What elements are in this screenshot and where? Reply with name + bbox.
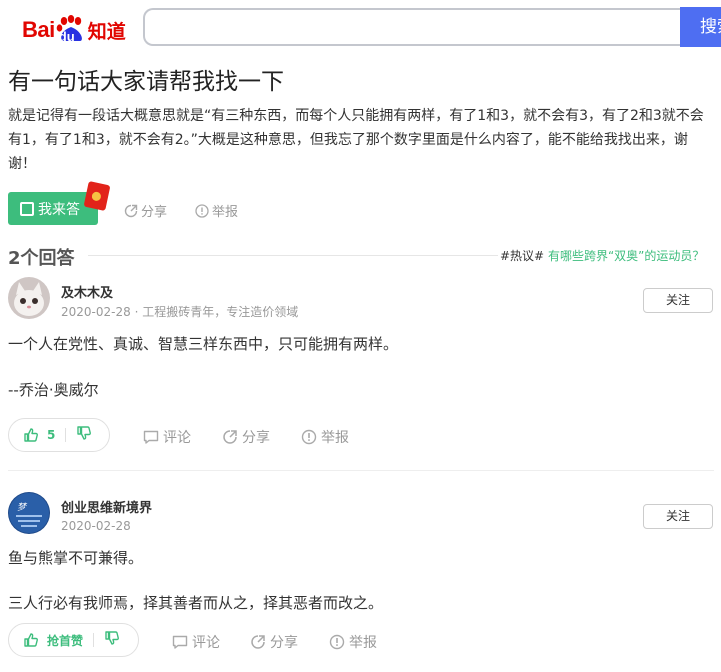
vote-separator	[93, 633, 95, 647]
logo-bai-text: Bai	[22, 17, 55, 42]
comment-icon	[172, 635, 188, 649]
comment-label: 评论	[163, 430, 191, 446]
report-icon	[329, 634, 345, 650]
answer-line: 三人行必有我师焉，择其善者而从之，择其恶者而改之。	[8, 594, 384, 612]
question-title: 有一句话大家请帮我找一下	[8, 69, 284, 95]
search-input[interactable]	[143, 8, 683, 46]
answer-line: --乔治·奥威尔	[8, 381, 99, 399]
share-icon	[124, 204, 138, 217]
report-button[interactable]: 举报	[329, 632, 377, 652]
divider	[88, 255, 498, 256]
author-name[interactable]: 及木木及	[61, 282, 113, 301]
comment-button[interactable]: 评论	[172, 632, 220, 652]
paw-logo-icon: du	[56, 15, 86, 45]
thumbs-up-icon	[24, 633, 38, 647]
vote-count: 抢首赞	[47, 633, 84, 648]
edit-icon	[20, 201, 34, 216]
share-icon	[223, 430, 237, 444]
hot-topic-link[interactable]: 有哪些跨界“双奥”的运动员？	[548, 249, 704, 263]
thumbs-down-icon	[105, 631, 119, 645]
downvote-button[interactable]	[104, 630, 120, 650]
logo-zhidao-text: 知道	[87, 20, 126, 43]
hot-tag: #热议#	[500, 249, 545, 263]
comment-label: 评论	[192, 635, 220, 651]
answer-button-label: 我来答	[38, 201, 80, 218]
red-envelope-icon[interactable]	[83, 180, 111, 212]
share-icon	[251, 635, 265, 649]
vote-group: 5	[8, 418, 110, 452]
question-body: 就是记得有一段话大概意思就是“有三种东西，而每个人只能拥有两样，有了1和3，就不…	[8, 108, 704, 172]
answer-divider	[8, 470, 714, 471]
share-button[interactable]: 分享	[222, 427, 270, 447]
share-button[interactable]: 分享	[250, 632, 298, 652]
question-share-button[interactable]: 分享	[124, 201, 167, 220]
search-button[interactable]: 搜索	[680, 7, 721, 47]
answer-line: 一个人在党性、真诚、智慧三样东西中，只可能拥有两样。	[8, 335, 399, 353]
answer-meta: 2020-02-28 · 工程搬砖青年，专注造价领域	[61, 303, 298, 320]
report-icon	[301, 429, 317, 445]
answer-line: 鱼与熊掌不可兼得。	[8, 549, 144, 567]
downvote-button[interactable]	[76, 425, 92, 445]
vote-separator	[65, 428, 67, 442]
report-label: 举报	[212, 205, 239, 220]
author-intro: · 工程搬砖青年，专注造价领域	[134, 305, 299, 319]
vote-count: 5	[47, 428, 56, 442]
comment-button[interactable]: 评论	[143, 427, 191, 447]
upvote-button[interactable]: 5	[23, 427, 55, 443]
thumbs-up-icon	[24, 428, 38, 442]
report-label: 举报	[349, 635, 377, 651]
share-label: 分享	[141, 205, 168, 220]
question-report-button[interactable]: 举报	[195, 201, 238, 220]
report-icon	[195, 203, 209, 218]
baidu-zhidao-logo[interactable]: Bai du 知道	[22, 10, 126, 50]
thumbs-down-icon	[77, 426, 92, 440]
comment-icon	[143, 430, 159, 444]
answer-meta: 2020-02-28	[61, 519, 131, 533]
share-label: 分享	[242, 430, 270, 446]
report-label: 举报	[321, 430, 349, 446]
avatar[interactable]: 梦	[8, 492, 50, 534]
upvote-button[interactable]: 抢首赞	[23, 632, 83, 649]
author-name[interactable]: 创业思维新境界	[61, 497, 152, 516]
answer-date: 2020-02-28	[61, 305, 131, 319]
follow-button[interactable]: 关注	[643, 288, 713, 313]
share-label: 分享	[270, 635, 298, 651]
vote-group: 抢首赞	[8, 623, 139, 657]
follow-button[interactable]: 关注	[643, 504, 713, 529]
site-header: Bai du 知道 搜索	[0, 0, 721, 60]
avatar[interactable]	[8, 277, 50, 319]
answer-date: 2020-02-28	[61, 519, 131, 533]
hot-topic[interactable]: #热议# 有哪些跨界“双奥”的运动员？	[500, 247, 704, 264]
logo-du-text: du	[58, 29, 75, 44]
answer-count: 2个回答	[8, 248, 75, 269]
report-button[interactable]: 举报	[301, 427, 349, 447]
